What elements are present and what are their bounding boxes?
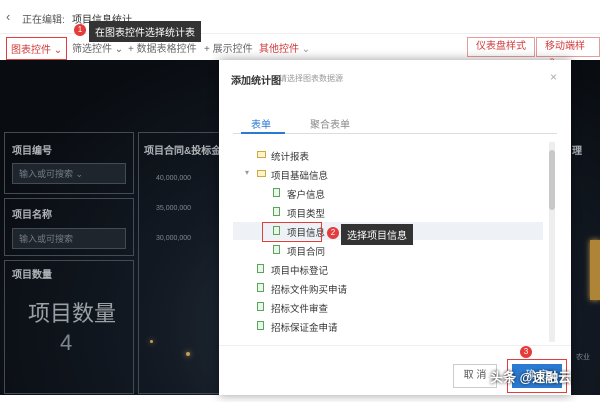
step-1-badge: 1 [74, 24, 86, 36]
chevron-down-icon: ⌄ [53, 45, 63, 56]
scrollbar-thumb[interactable] [549, 150, 555, 210]
active-tab-indicator [241, 132, 285, 134]
back-arrow-icon[interactable]: ‹ [6, 9, 10, 24]
folder-icon [257, 170, 266, 177]
caret-down-icon[interactable]: ▾ [245, 168, 249, 177]
tree-node-form[interactable]: 招标保证金申请 [233, 317, 543, 335]
filter-control-label: 筛选控件 [72, 44, 112, 55]
form-doc-icon [257, 264, 264, 273]
editing-label: 正在编辑: [22, 15, 65, 26]
dialog-subtitle: 请选择图表数据源 [279, 74, 343, 83]
tree-node-label: 项目类型 [287, 209, 326, 220]
tree-node-form[interactable]: 客户信息 [233, 184, 543, 202]
tree-node-form[interactable]: 招标文件审查 [233, 298, 543, 316]
step-1-tooltip: 在图表控件选择统计表 [89, 21, 201, 42]
form-doc-icon [257, 321, 264, 330]
tree-node-folder[interactable]: 统计报表 [233, 146, 543, 164]
form-doc-icon [273, 188, 280, 197]
tree-node-label: 招标文件审查 [271, 304, 329, 315]
form-doc-icon [273, 207, 280, 216]
tree-node-form[interactable]: 招标文件购买申请 [233, 279, 543, 297]
display-control-button[interactable]: + 展示控件 [204, 40, 253, 55]
chart-control-menu[interactable]: 图表控件 ⌄ [6, 37, 68, 60]
tree-node-label: 项目基础信息 [271, 171, 329, 182]
tree-node-label: 客户信息 [287, 190, 326, 201]
plus-icon: + [128, 44, 137, 55]
dialog-title: 添加统计图 [231, 76, 281, 87]
chart-control-label: 图表控件 [11, 45, 51, 56]
chevron-down-icon: ⌄ [301, 44, 311, 55]
form-doc-icon [257, 283, 264, 292]
mobile-style-button[interactable]: 移动端样式 [536, 37, 600, 70]
tree-node-form[interactable]: 项目中标登记 [233, 260, 543, 278]
source-tabs: 表单 聚合表单 [233, 110, 557, 134]
table-control-label: 数据表格控件 [136, 44, 197, 55]
folder-icon [257, 151, 266, 158]
tree-node-label: 招标文件购买申请 [271, 285, 348, 296]
tree-node-label: 项目中标登记 [271, 266, 329, 277]
step-2-tooltip: 选择项目信息 [341, 224, 413, 245]
table-control-button[interactable]: + 数据表格控件 [128, 40, 197, 55]
dialog-footer-divider [219, 345, 571, 346]
tab-aggregate-form[interactable]: 聚合表单 [310, 116, 350, 131]
tree-node-label: 招标保证金申请 [271, 323, 338, 334]
watermark: 头条 @速融云 [490, 370, 572, 385]
step-3-badge: 3 [520, 346, 532, 358]
other-control-label: 其他控件 [259, 44, 299, 55]
tree-node-label: 项目合同 [287, 247, 326, 258]
close-icon[interactable]: × [550, 70, 557, 84]
filter-control-menu[interactable]: 筛选控件 ⌄ [72, 40, 123, 55]
step-2-badge: 2 [327, 227, 339, 239]
other-control-menu[interactable]: 其他控件 ⌄ [259, 40, 310, 55]
form-doc-icon [273, 245, 280, 254]
display-control-label: 展示控件 [212, 44, 253, 55]
tab-form[interactable]: 表单 [251, 116, 271, 131]
tree-node-form[interactable]: 项目类型 [233, 203, 543, 221]
tree-node-label: 统计报表 [271, 152, 310, 163]
dashboard-style-button[interactable]: 仪表盘样式 [467, 37, 535, 57]
step-2-highlight [262, 222, 322, 242]
form-doc-icon [257, 302, 264, 311]
tree-scrollbar[interactable] [549, 142, 555, 342]
plus-icon: + [204, 44, 213, 55]
tree-node-folder[interactable]: ▾ 项目基础信息 [233, 165, 543, 183]
chevron-down-icon: ⌄ [114, 44, 124, 55]
